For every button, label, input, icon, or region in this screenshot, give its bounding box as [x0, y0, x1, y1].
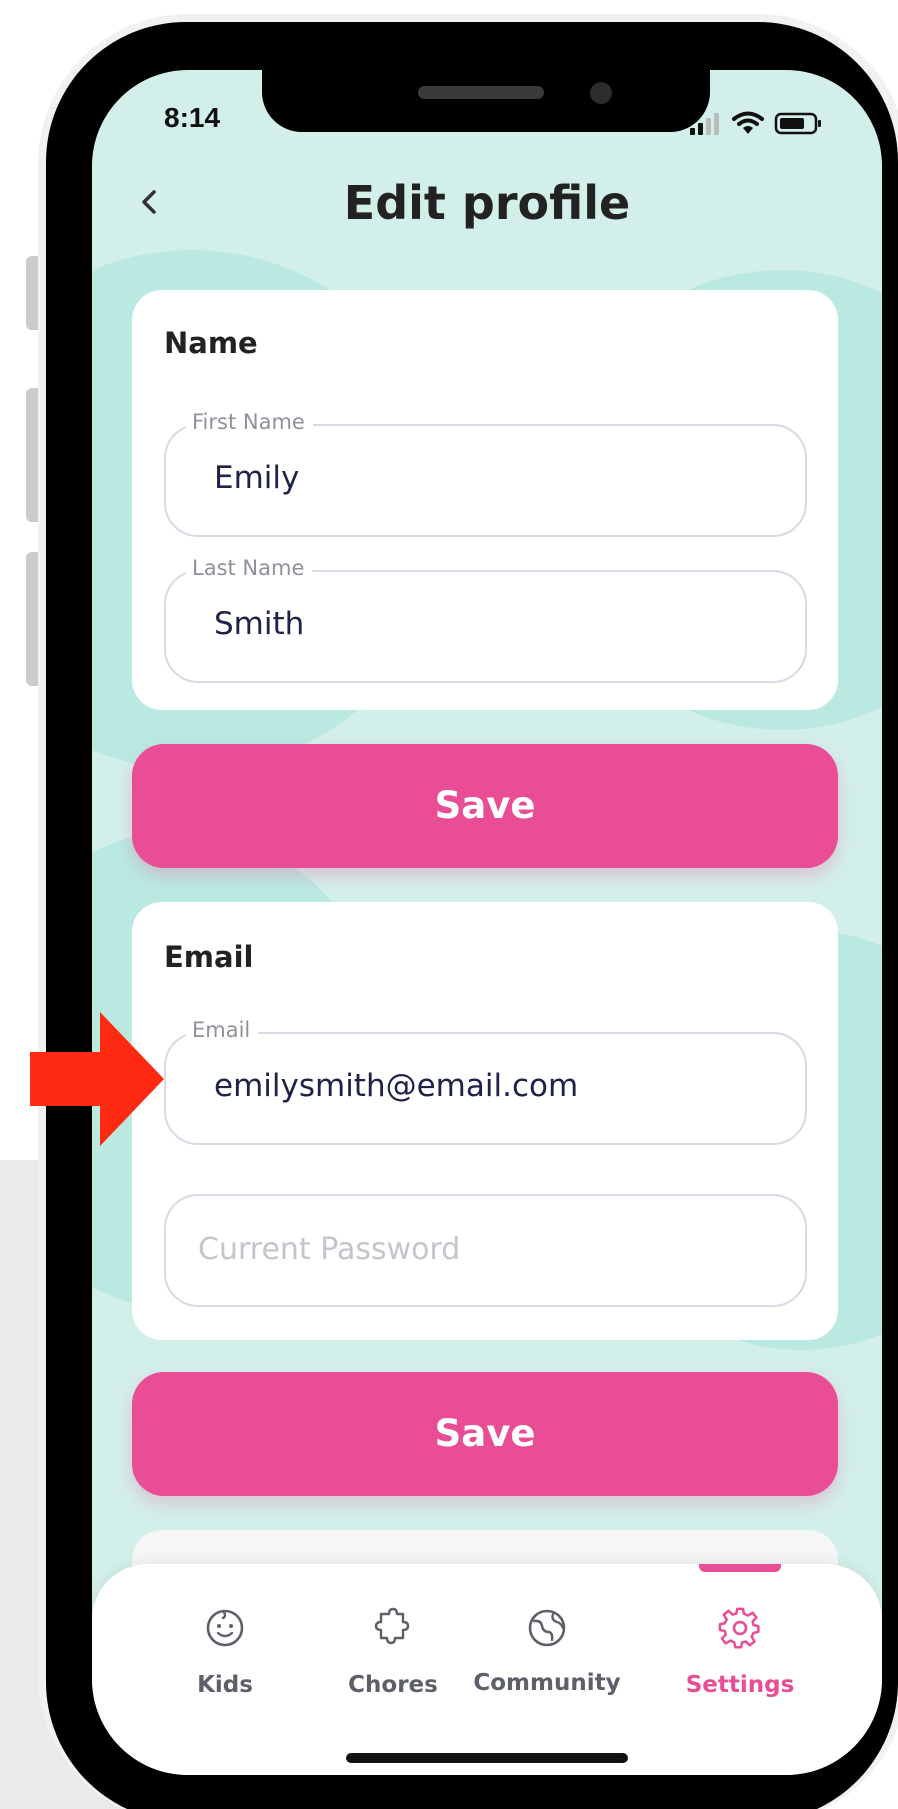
front-camera	[590, 82, 612, 104]
tab-community-label: Community	[473, 1670, 621, 1696]
email-section-heading: Email	[164, 940, 254, 974]
email-card: Email Email emilysmith@email.com Current…	[132, 902, 838, 1340]
page-title: Edit profile	[343, 176, 631, 230]
tab-kids[interactable]: Kids	[140, 1594, 310, 1714]
tab-community[interactable]: Community	[462, 1594, 632, 1714]
gear-icon	[718, 1607, 760, 1649]
speaker-grille	[418, 86, 544, 99]
first-name-label: First Name	[186, 410, 313, 434]
globe-icon	[528, 1609, 566, 1647]
active-tab-indicator	[699, 1564, 781, 1572]
name-card: Name First Name Emily Last Name Smith	[132, 290, 838, 710]
phone-screen: 8:14 Edit profile Name First Name Emily …	[92, 70, 882, 1775]
puzzle-icon	[374, 1607, 410, 1645]
last-name-label: Last Name	[186, 556, 313, 580]
home-indicator	[346, 1753, 628, 1763]
email-label: Email	[186, 1018, 259, 1042]
wifi-icon	[732, 111, 764, 134]
bottom-tab-bar: Kids Chores Community Settings	[92, 1564, 882, 1775]
name-section-heading: Name	[164, 326, 258, 360]
save-name-button[interactable]: Save	[132, 744, 838, 868]
tab-settings-label: Settings	[685, 1672, 795, 1698]
first-name-field[interactable]: First Name Emily	[164, 410, 807, 537]
battery-icon	[774, 112, 821, 135]
save-email-button[interactable]: Save	[132, 1372, 838, 1496]
current-password-field[interactable]: Current Password	[164, 1194, 807, 1307]
tab-chores[interactable]: Chores	[308, 1594, 478, 1714]
baby-face-icon	[206, 1609, 244, 1647]
last-name-value: Smith	[214, 606, 305, 642]
current-password-placeholder: Current Password	[198, 1232, 461, 1267]
cellular-signal-icon	[690, 113, 719, 135]
tab-chores-label: Chores	[348, 1672, 438, 1698]
email-value: emilysmith@email.com	[214, 1068, 579, 1104]
last-name-field[interactable]: Last Name Smith	[164, 556, 807, 683]
tab-kids-label: Kids	[197, 1672, 253, 1698]
red-arrow-icon	[30, 1012, 164, 1146]
notch	[262, 70, 710, 132]
tab-settings[interactable]: Settings	[655, 1594, 825, 1714]
status-time: 8:14	[164, 102, 221, 133]
first-name-value: Emily	[214, 460, 300, 496]
status-icons	[690, 110, 830, 136]
email-field[interactable]: Email emilysmith@email.com	[164, 1018, 807, 1145]
